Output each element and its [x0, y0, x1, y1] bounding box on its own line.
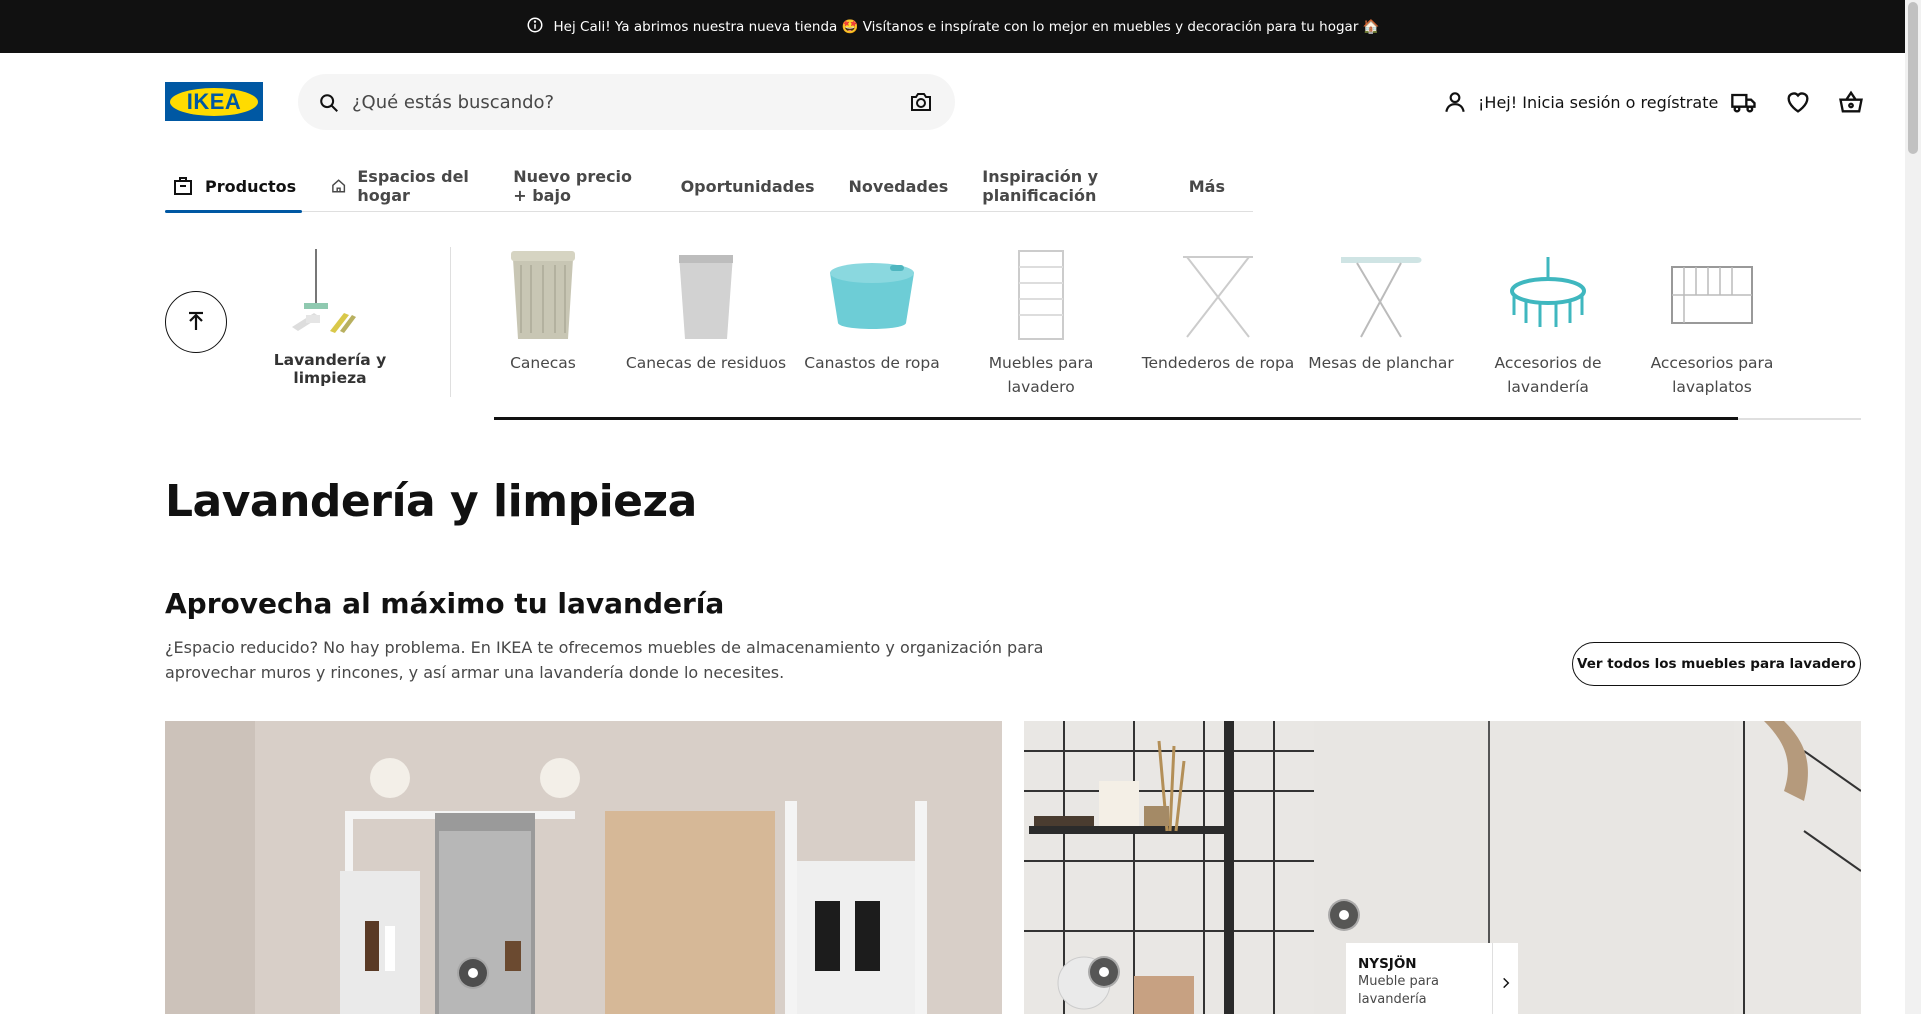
laundry-cleaning-image: [280, 245, 380, 345]
site-header: IKEA ¡Hej! Inicia sesión o regístrate: [0, 53, 1905, 149]
product-tag-name: NYSJÖN: [1358, 956, 1417, 972]
nav-label: Espacios del hogar: [357, 167, 469, 205]
dish-rack-image: [1662, 245, 1762, 345]
bin-image: [493, 245, 593, 345]
section-title: Aprovecha al máximo tu lavandería: [165, 587, 725, 620]
waste-bin-image: [656, 245, 756, 345]
nav-label: Productos: [205, 176, 297, 196]
ironing-board-image: [1331, 245, 1431, 345]
shopping-basket-icon[interactable]: [1837, 88, 1865, 116]
page-scrollbar[interactable]: [1905, 0, 1921, 1014]
laundry-hanger-image: [1498, 245, 1598, 345]
current-category-label: Lavandería y limpieza: [273, 351, 387, 387]
heart-icon[interactable]: [1784, 88, 1812, 116]
delivery-truck-icon[interactable]: [1730, 88, 1758, 116]
announcement-banner: Hej Cali! Ya abrimos nuestra nueva tiend…: [0, 0, 1905, 53]
laundry-room-image[interactable]: [165, 721, 1002, 1014]
product-tag-card[interactable]: NYSJÖN Mueble para lavandería: [1346, 943, 1518, 1014]
nav-item-espacios[interactable]: Espacios del hogar: [324, 160, 485, 212]
ikea-logo[interactable]: IKEA: [165, 82, 263, 121]
category-item[interactable]: Canecas: [458, 245, 628, 375]
chevron-right-icon[interactable]: [1492, 943, 1518, 1014]
nav-item-oportunidades[interactable]: Oportunidades: [675, 160, 821, 212]
nav-label: Inspiración y planificación: [982, 167, 1099, 205]
carousel-divider: [450, 247, 451, 397]
view-all-laundry-furniture-button[interactable]: Ver todos los muebles para lavadero: [1572, 642, 1861, 686]
nav-label: Oportunidades: [680, 176, 815, 196]
product-tag-desc: Mueble para lavandería: [1358, 974, 1439, 1007]
camera-search-icon[interactable]: [909, 90, 933, 114]
search-icon[interactable]: [318, 92, 340, 114]
category-item[interactable]: Muebles para lavadero: [956, 245, 1126, 399]
arrow-up-icon: [189, 311, 203, 330]
category-label: Canecas: [510, 354, 576, 372]
product-hotspot[interactable]: [1328, 899, 1360, 931]
scrollbar-thumb[interactable]: [1908, 2, 1918, 154]
current-category[interactable]: Lavandería y limpieza: [245, 245, 415, 387]
category-label: Accesorios de lavandería: [1494, 354, 1602, 396]
category-label: Canecas de residuos: [625, 354, 787, 372]
nav-item-nuevo-precio[interactable]: Nuevo precio + bajo: [507, 160, 652, 212]
category-item[interactable]: Accesorios para lavaplatos: [1627, 245, 1797, 399]
page-title: Lavandería y limpieza: [165, 476, 697, 527]
laundry-shelf-image[interactable]: NYSJÖN Mueble para lavandería: [1024, 721, 1861, 1014]
logo-text: IKEA: [170, 87, 258, 116]
nav-item-mas[interactable]: Más: [1183, 160, 1231, 212]
banner-text: Hej Cali! Ya abrimos nuestra nueva tiend…: [553, 18, 1380, 35]
category-item[interactable]: Canecas de residuos: [621, 245, 791, 375]
nav-item-productos[interactable]: Productos: [165, 160, 303, 213]
nav-label: Novedades: [848, 176, 949, 196]
products-bag-icon: [174, 177, 192, 195]
carousel-scroll-thumb[interactable]: [494, 417, 1738, 420]
account-label: ¡Hej! Inicia sesión o regístrate: [1478, 92, 1719, 112]
nav-label: Más: [1188, 176, 1225, 196]
category-label: Mesas de planchar: [1308, 354, 1454, 372]
nav-item-novedades[interactable]: Novedades: [843, 160, 955, 212]
category-item[interactable]: Mesas de planchar: [1296, 245, 1466, 375]
category-item[interactable]: Accesorios de lavandería: [1463, 245, 1633, 399]
category-label: Tendederos de ropa: [1141, 354, 1295, 372]
nav-item-inspiracion[interactable]: Inspiración y planificación: [976, 160, 1160, 212]
category-label: Accesorios para lavaplatos: [1650, 354, 1774, 396]
category-label: Canastos de ropa: [804, 354, 940, 372]
drying-rack-image: [1168, 245, 1268, 345]
search-bar[interactable]: [298, 74, 955, 130]
carousel-scroll-track[interactable]: [494, 417, 1861, 420]
category-label: Muebles para lavadero: [988, 354, 1094, 396]
laundry-cabinet-image: [991, 245, 1091, 345]
category-carousel: Lavandería y limpieza Canecas Canecas de…: [165, 245, 1861, 425]
account-link[interactable]: ¡Hej! Inicia sesión o regístrate: [1442, 89, 1718, 115]
section-description: ¿Espacio reducido? No hay problema. En I…: [165, 638, 1044, 682]
search-input[interactable]: [352, 82, 892, 122]
main-nav: Productos Espacios del hogar Nuevo preci…: [165, 160, 1253, 213]
nav-label: Nuevo precio + bajo: [513, 167, 633, 205]
home-icon: [332, 179, 346, 193]
category-item[interactable]: Tendederos de ropa: [1133, 245, 1303, 375]
user-icon: [1445, 92, 1465, 113]
category-item[interactable]: Canastos de ropa: [787, 245, 957, 375]
product-hotspot[interactable]: [457, 957, 489, 989]
back-to-parent-button[interactable]: [165, 291, 227, 353]
info-icon: [526, 16, 544, 38]
product-hotspot[interactable]: [1088, 956, 1120, 988]
laundry-basket-image: [822, 245, 922, 345]
